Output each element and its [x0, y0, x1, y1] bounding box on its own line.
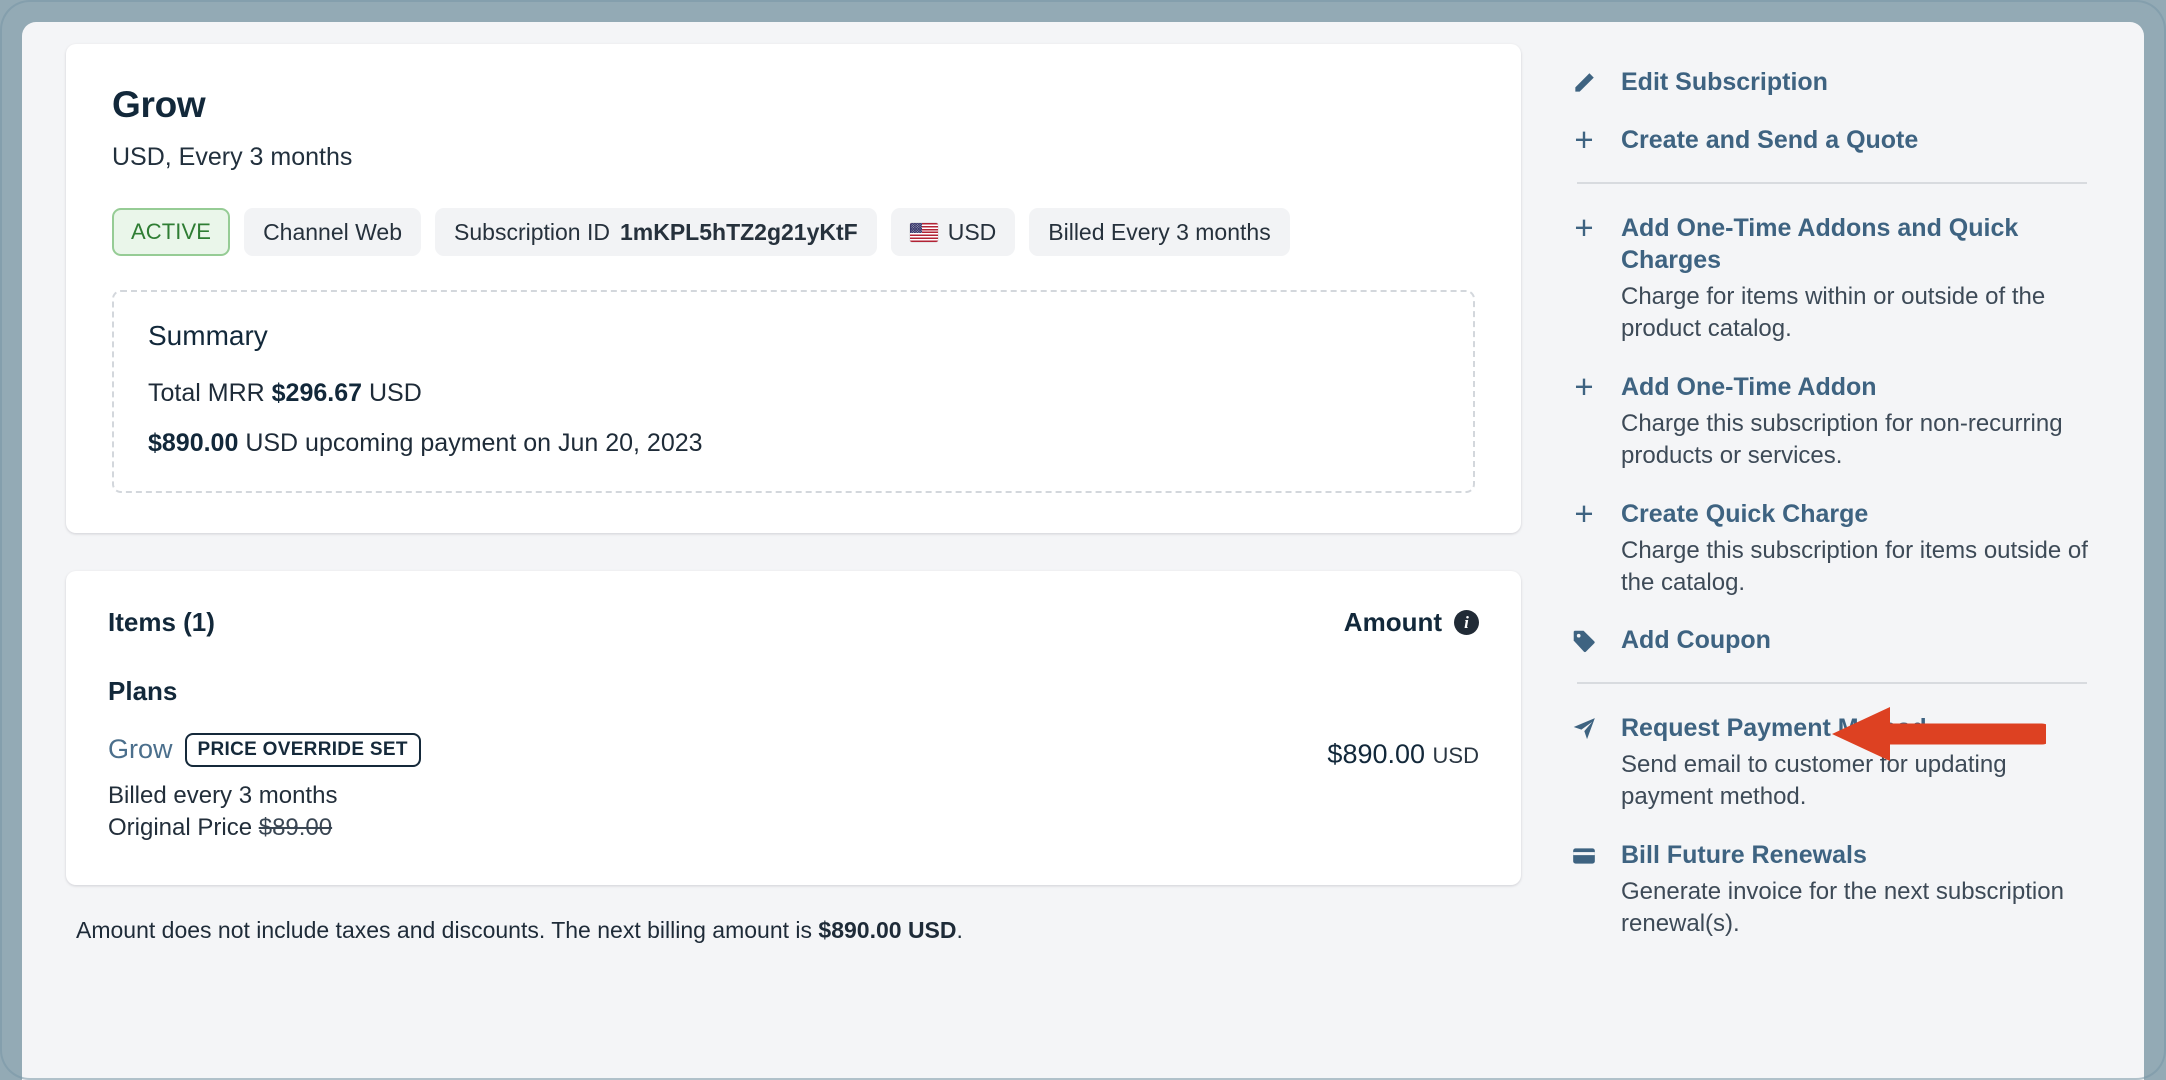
- action-description: Generate invoice for the next subscripti…: [1621, 876, 2101, 940]
- action-description: Send email to customer for updating paym…: [1621, 749, 2101, 813]
- action-create-and-send-a-quote[interactable]: + Create and Send a Quote: [1569, 124, 2116, 156]
- plan-subtitle: USD, Every 3 months: [112, 143, 1475, 172]
- total-mrr-label: Total MRR: [148, 379, 272, 407]
- action-description: Charge this subscription for non-recurri…: [1621, 408, 2101, 472]
- action-description: Charge for items within or outside of th…: [1621, 281, 2101, 345]
- action-label: Add Coupon: [1621, 624, 2116, 656]
- item-name-link[interactable]: Grow: [108, 734, 173, 765]
- subscription-id-badge: Subscription ID 1mKPL5hTZ2g21yKtF: [435, 208, 877, 256]
- footer-note-amount: $890.00 USD: [818, 917, 956, 943]
- billing-frequency-badge: Billed Every 3 months: [1029, 208, 1289, 256]
- item-amount-value: $890.00: [1327, 739, 1425, 769]
- item-details: Grow PRICE OVERRIDE SET Billed every 3 m…: [108, 733, 421, 845]
- subscription-id-value: 1mKPL5hTZ2g21yKtF: [620, 219, 858, 245]
- action-label: Add One-Time Addon: [1621, 371, 2116, 403]
- action-body: Request Payment Method Send email to cus…: [1621, 712, 2116, 813]
- action-label: Request Payment Method: [1621, 712, 2116, 744]
- action-label: Add One-Time Addons and Quick Charges: [1621, 212, 2116, 276]
- original-price-label: Original Price: [108, 814, 259, 841]
- pencil-icon: [1569, 66, 1599, 96]
- action-body: Add One-Time Addons and Quick Charges Ch…: [1621, 212, 2116, 345]
- subscription-header-card: Grow USD, Every 3 months ACTIVE Channel …: [66, 44, 1521, 533]
- original-price-value: $89.00: [259, 814, 332, 841]
- action-description: Charge this subscription for items outsi…: [1621, 535, 2101, 599]
- action-body: Bill Future Renewals Generate invoice fo…: [1621, 839, 2116, 940]
- amount-column-header: Amount i: [1344, 607, 1479, 638]
- item-billing-frequency: Billed every 3 months: [108, 780, 421, 812]
- summary-box: Summary Total MRR $296.67 USD $890.00 US…: [112, 290, 1475, 493]
- action-add-one-time-addon[interactable]: + Add One-Time Addon Charge this subscri…: [1569, 371, 2116, 472]
- item-name-line: Grow PRICE OVERRIDE SET: [108, 733, 421, 767]
- status-badge: ACTIVE: [112, 208, 230, 255]
- summary-title: Summary: [148, 320, 1439, 352]
- action-body: Add One-Time Addon Charge this subscript…: [1621, 371, 2116, 472]
- info-icon[interactable]: i: [1454, 610, 1479, 635]
- action-request-payment-method[interactable]: Request Payment Method Send email to cus…: [1569, 712, 2116, 813]
- action-body: Create Quick Charge Charge this subscrip…: [1621, 498, 2116, 599]
- action-create-quick-charge[interactable]: + Create Quick Charge Charge this subscr…: [1569, 498, 2116, 599]
- items-count-label: Items (1): [108, 607, 215, 638]
- amount-label: Amount: [1344, 607, 1442, 638]
- page-title: Grow: [112, 86, 1475, 125]
- send-icon: [1569, 712, 1599, 742]
- table-row: Grow PRICE OVERRIDE SET Billed every 3 m…: [108, 733, 1479, 845]
- item-amount-currency: USD: [1433, 743, 1479, 768]
- actions-sidebar: Edit Subscription + Create and Send a Qu…: [1521, 44, 2116, 1080]
- plus-icon: +: [1569, 124, 1599, 152]
- action-body: Create and Send a Quote: [1621, 124, 2116, 156]
- action-add-coupon[interactable]: Add Coupon: [1569, 624, 2116, 656]
- upcoming-payment-text: USD upcoming payment on Jun 20, 2023: [238, 429, 702, 457]
- action-label: Edit Subscription: [1621, 66, 2116, 98]
- action-label: Create Quick Charge: [1621, 498, 2116, 530]
- app-screen: Grow USD, Every 3 months ACTIVE Channel …: [22, 22, 2144, 1080]
- action-label: Create and Send a Quote: [1621, 124, 2116, 156]
- currency-badge-label: USD: [948, 219, 997, 245]
- action-bill-future-renewals[interactable]: Bill Future Renewals Generate invoice fo…: [1569, 839, 2116, 940]
- main-content-column: Grow USD, Every 3 months ACTIVE Channel …: [66, 44, 1521, 1080]
- item-original-price: Original Price $89.00: [108, 812, 421, 844]
- credit-card-icon: [1569, 839, 1599, 869]
- items-header: Items (1) Amount i: [108, 607, 1479, 638]
- action-label: Bill Future Renewals: [1621, 839, 2116, 871]
- badge-row: ACTIVE Channel Web Subscription ID 1mKPL…: [112, 208, 1475, 256]
- price-override-badge: PRICE OVERRIDE SET: [185, 733, 421, 767]
- footer-note-suffix: .: [957, 917, 963, 943]
- total-mrr-line: Total MRR $296.67 USD: [148, 378, 1439, 409]
- plus-icon: +: [1569, 371, 1599, 399]
- currency-badge: USD: [891, 208, 1016, 256]
- plus-icon: +: [1569, 498, 1599, 526]
- subscription-id-label: Subscription ID: [454, 219, 610, 245]
- item-amount: $890.00 USD: [1327, 733, 1479, 770]
- action-add-one-time-addons-and-quick-charges[interactable]: + Add One-Time Addons and Quick Charges …: [1569, 212, 2116, 345]
- device-frame: Grow USD, Every 3 months ACTIVE Channel …: [0, 0, 2166, 1080]
- sidebar-divider-2: [1577, 682, 2087, 684]
- tag-icon: [1569, 624, 1599, 654]
- footer-note-prefix: Amount does not include taxes and discou…: [76, 917, 818, 943]
- action-body: Add Coupon: [1621, 624, 2116, 656]
- action-edit-subscription[interactable]: Edit Subscription: [1569, 66, 2116, 98]
- upcoming-payment-line: $890.00 USD upcoming payment on Jun 20, …: [148, 428, 1439, 459]
- plus-icon: +: [1569, 212, 1599, 240]
- upcoming-payment-amount: $890.00: [148, 429, 238, 457]
- footer-note: Amount does not include taxes and discou…: [66, 917, 1521, 944]
- us-flag-icon: [910, 223, 938, 242]
- plans-group-label: Plans: [108, 676, 1479, 707]
- total-mrr-value: $296.67: [272, 379, 362, 407]
- sidebar-divider-1: [1577, 182, 2087, 184]
- items-card: Items (1) Amount i Plans Grow PRICE OVER…: [66, 571, 1521, 885]
- channel-badge: Channel Web: [244, 208, 421, 256]
- subscription-detail-page: Grow USD, Every 3 months ACTIVE Channel …: [22, 22, 2144, 1080]
- total-mrr-currency: USD: [362, 379, 422, 407]
- action-body: Edit Subscription: [1621, 66, 2116, 98]
